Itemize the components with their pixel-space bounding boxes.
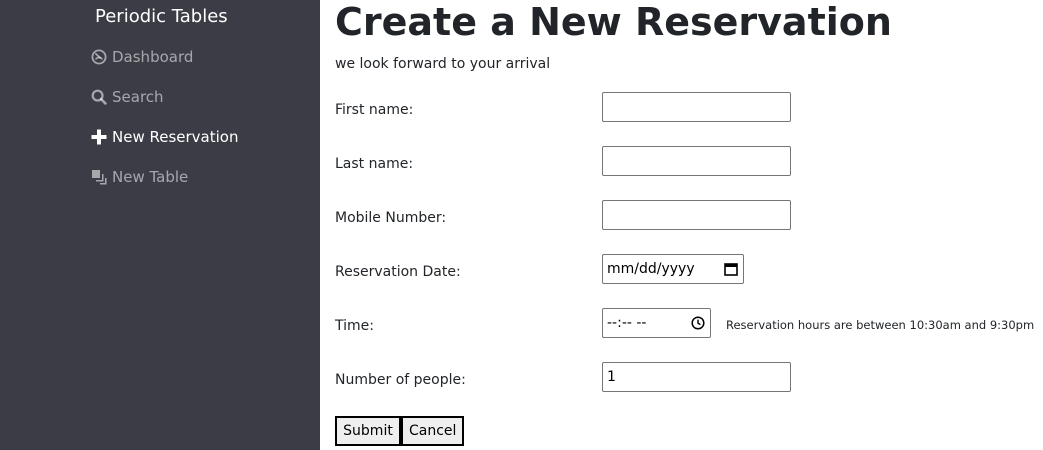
main-content: Create a New Reservation we look forward… [335,0,1035,450]
first-name-label: First name: [335,102,414,118]
sidebar-item-new-reservation[interactable]: New Reservation [90,126,238,148]
sidebar-item-label: Dashboard [112,48,194,66]
sidebar-item-label: New Table [112,168,189,186]
reservation-date-input[interactable]: mm/dd/yyyy [602,254,744,284]
sidebar-item-label: Search [112,88,164,106]
sidebar-item-label: New Reservation [112,128,239,146]
layers-icon [90,169,107,186]
date-placeholder: mm/dd/yyyy [607,261,695,277]
page-title: Create a New Reservation [335,0,892,44]
sidebar-item-new-table[interactable]: New Table [90,166,188,188]
plus-icon [90,129,107,146]
mobile-number-input[interactable] [602,200,791,230]
last-name-label: Last name: [335,156,414,172]
people-input[interactable] [602,362,791,392]
sidebar-item-search[interactable]: Search [90,86,164,108]
page-subtitle: we look forward to your arrival [335,56,551,72]
mobile-number-label: Mobile Number: [335,210,447,226]
calendar-icon[interactable] [724,262,738,276]
time-label: Time: [335,318,374,334]
cancel-button[interactable]: Cancel [401,416,464,446]
sidebar-item-dashboard[interactable]: Dashboard [90,46,193,68]
dashboard-icon [90,49,107,66]
brand-title[interactable]: Periodic Tables [95,6,228,27]
submit-button[interactable]: Submit [335,416,401,446]
time-placeholder: --:-- -- [607,315,647,331]
first-name-input[interactable] [602,92,791,122]
reservation-hours-hint: Reservation hours are between 10:30am an… [726,318,1035,332]
sidebar: Periodic Tables Dashboard Search New Res… [0,0,320,450]
people-label: Number of people: [335,372,466,388]
search-icon [90,89,107,106]
time-input[interactable]: --:-- -- [602,308,711,338]
reservation-date-label: Reservation Date: [335,264,461,280]
last-name-input[interactable] [602,146,791,176]
clock-icon[interactable] [691,316,705,330]
